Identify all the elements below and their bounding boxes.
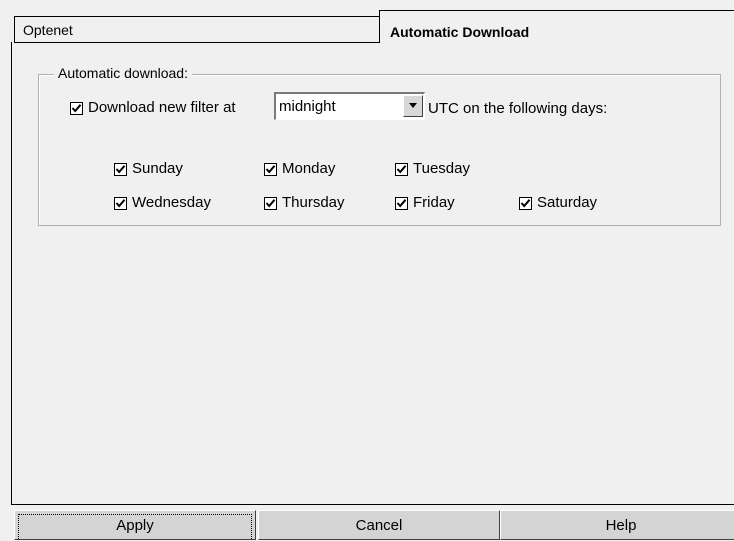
apply-label: Apply xyxy=(116,517,154,534)
checkbox-checkmark-icon xyxy=(264,162,277,176)
help-button[interactable]: Help xyxy=(500,510,734,540)
day-checkbox-saturday[interactable]: Saturday xyxy=(519,194,597,212)
tab-divider xyxy=(14,42,380,43)
cancel-label: Cancel xyxy=(355,517,403,534)
cancel-button[interactable]: Cancel xyxy=(258,510,500,540)
day-label: Monday xyxy=(282,160,336,177)
download-new-filter-checkbox[interactable]: Download new filter at xyxy=(70,99,236,117)
apply-button[interactable]: Apply xyxy=(14,510,256,540)
day-label: Tuesday xyxy=(413,160,470,177)
checkbox-checkmark-icon xyxy=(519,196,532,210)
tab-automatic-download[interactable]: Automatic Download xyxy=(379,10,734,43)
download-time-value: midnight xyxy=(279,98,336,115)
download-time-select[interactable]: midnight xyxy=(274,92,425,120)
checkbox-checkmark-icon xyxy=(395,196,408,210)
day-label: Wednesday xyxy=(132,194,211,211)
day-label: Sunday xyxy=(132,160,183,177)
tab-optenet[interactable]: Optenet xyxy=(14,16,380,42)
day-checkbox-tuesday[interactable]: Tuesday xyxy=(395,160,470,178)
day-checkbox-monday[interactable]: Monday xyxy=(264,160,335,178)
tab-automatic-download-label: Automatic Download xyxy=(390,24,530,40)
checkbox-checkmark-icon xyxy=(70,101,83,115)
day-label: Thursday xyxy=(282,194,345,211)
day-label: Friday xyxy=(413,194,455,211)
checkbox-checkmark-icon xyxy=(395,162,408,176)
help-label: Help xyxy=(605,517,637,534)
checkbox-checkmark-icon xyxy=(114,162,127,176)
tab-optenet-label: Optenet xyxy=(23,22,73,38)
day-checkbox-sunday[interactable]: Sunday xyxy=(114,160,183,178)
day-label: Saturday xyxy=(537,194,598,211)
utc-days-label: UTC on the following days: xyxy=(428,100,608,117)
group-title: Automatic download: xyxy=(54,64,192,82)
day-checkbox-friday[interactable]: Friday xyxy=(395,194,455,212)
chevron-down-icon xyxy=(409,103,417,108)
dropdown-arrow-button[interactable] xyxy=(403,95,423,117)
checkbox-checkmark-icon xyxy=(264,196,277,210)
checkbox-checkmark-icon xyxy=(114,196,127,210)
day-checkbox-wednesday[interactable]: Wednesday xyxy=(114,194,211,212)
day-checkbox-thursday[interactable]: Thursday xyxy=(264,194,345,212)
download-label: Download new filter at xyxy=(88,99,236,116)
